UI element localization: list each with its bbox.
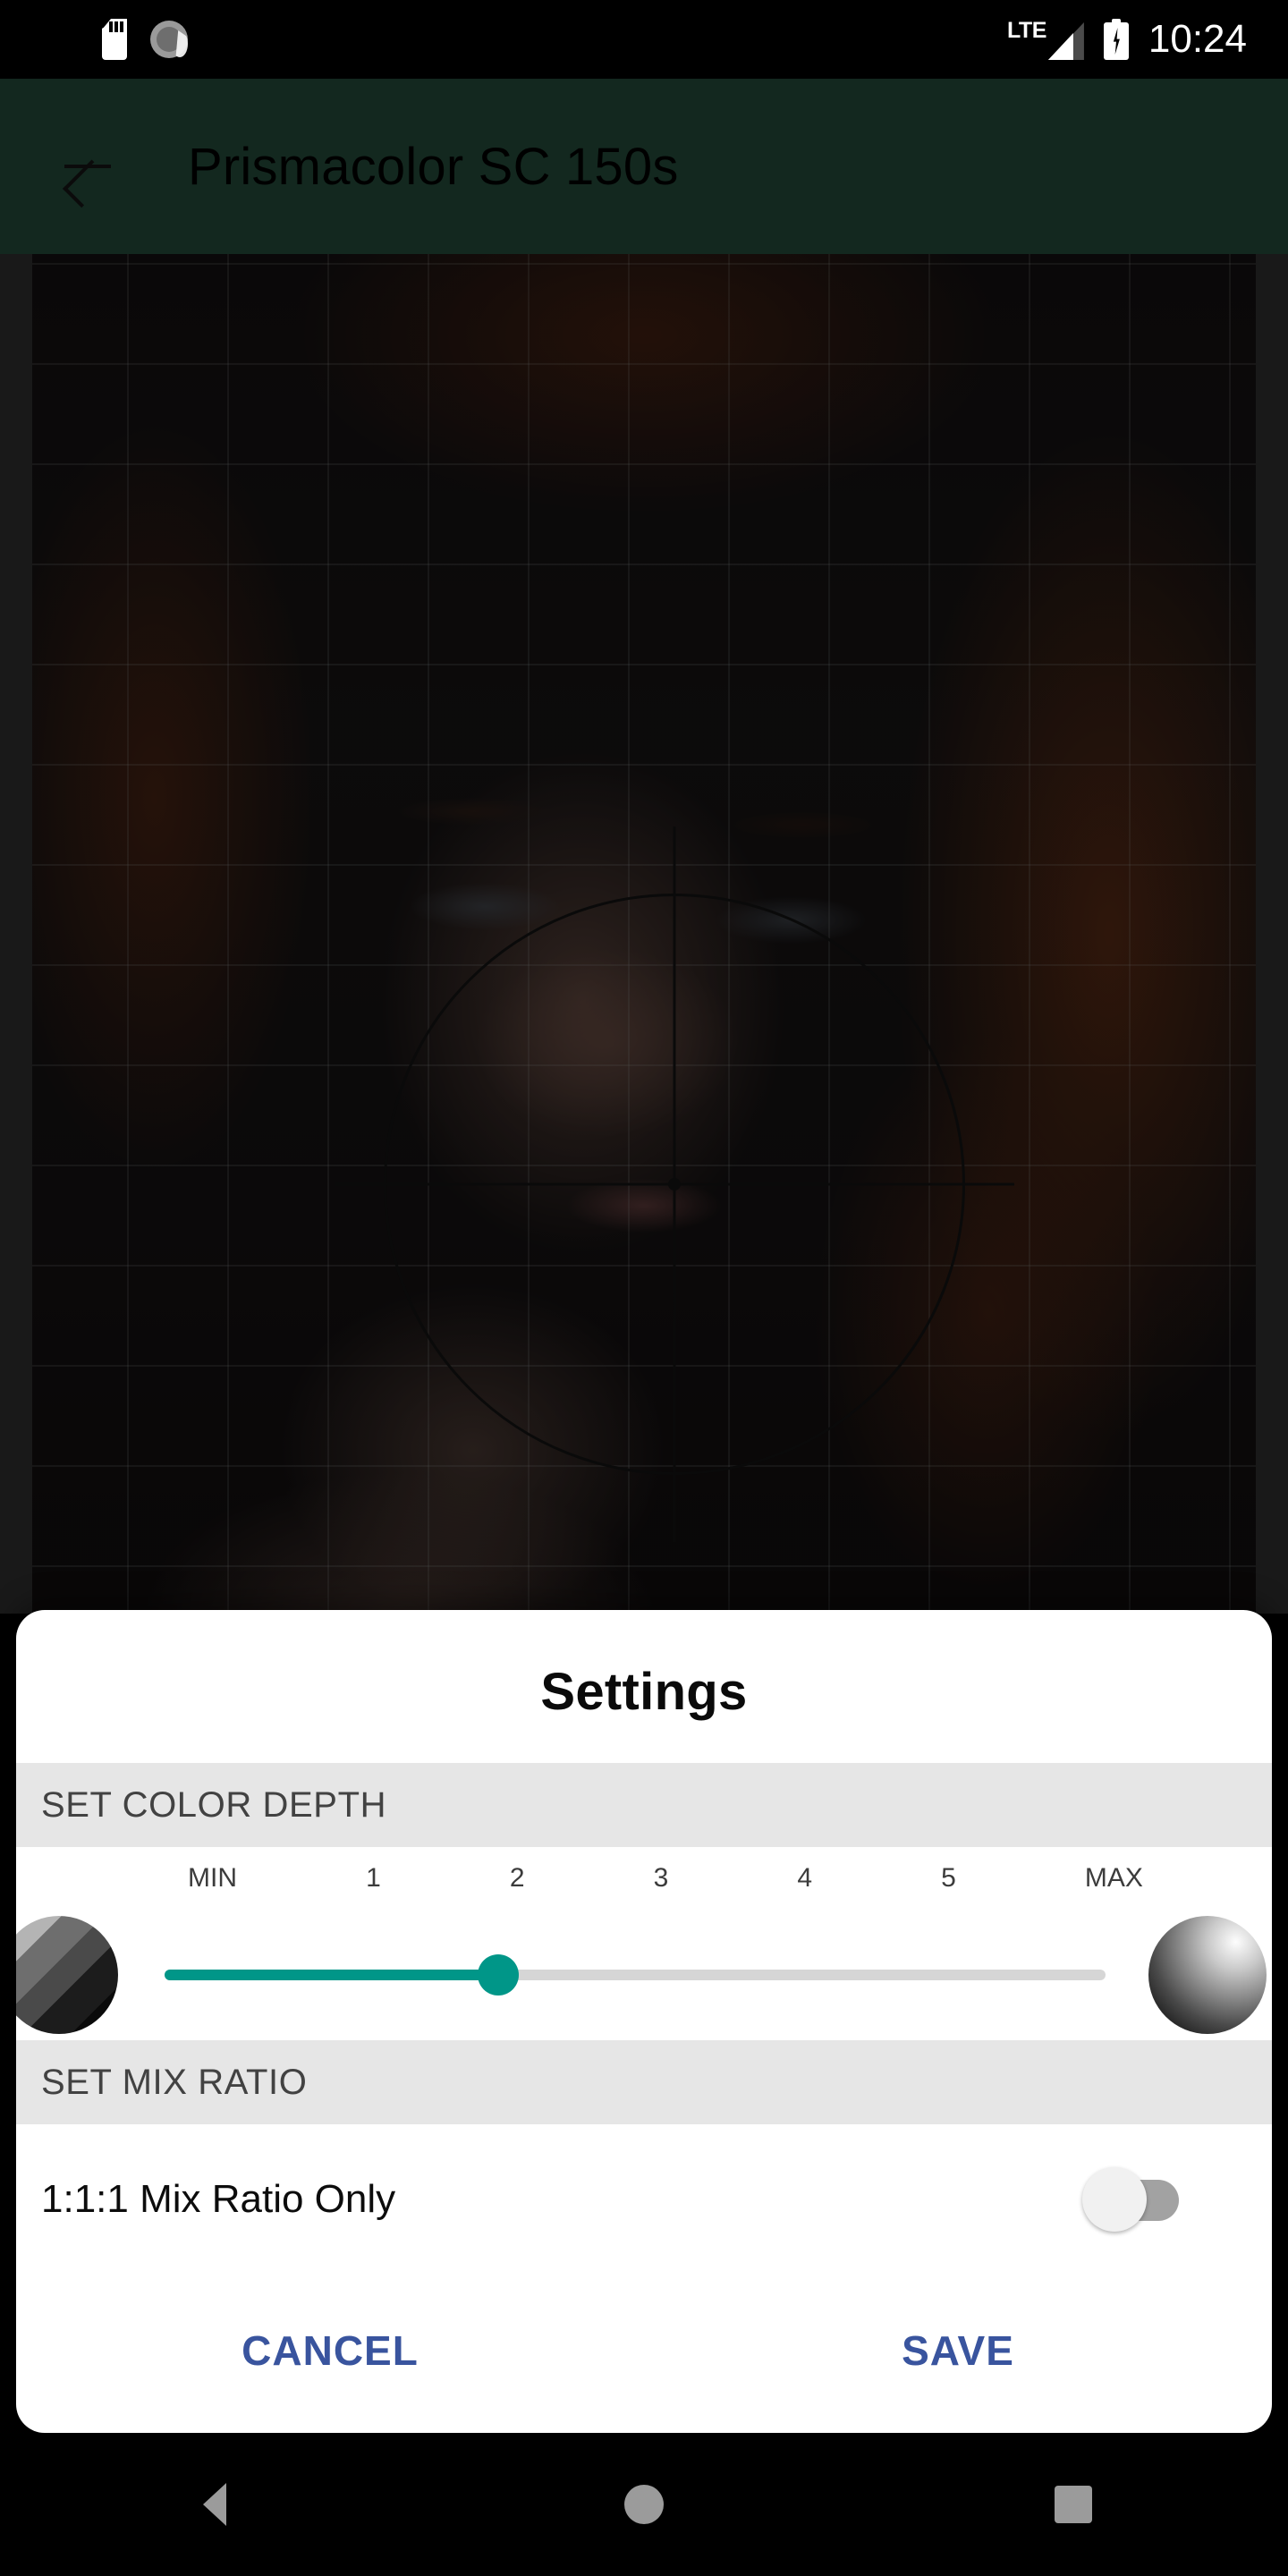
slider-fill: [165, 1970, 498, 1980]
slider-tick-min: MIN: [188, 1863, 237, 1893]
nav-recents-button[interactable]: [859, 2433, 1288, 2576]
slider-tick-5: 5: [941, 1863, 956, 1893]
slider-tick-2: 2: [509, 1863, 525, 1893]
status-bar-clock: 10:24: [1148, 17, 1247, 61]
nav-back-button[interactable]: [0, 2433, 429, 2576]
cancel-button[interactable]: CANCEL: [16, 2326, 644, 2375]
app-bar: Prismacolor SC 150s: [0, 79, 1288, 254]
save-button[interactable]: SAVE: [644, 2326, 1272, 2375]
color-depth-slider-block: MIN 1 2 3 4 5 MAX: [16, 1847, 1272, 2040]
slider-thumb[interactable]: [477, 1954, 519, 1996]
battery-charging-icon: [1103, 19, 1129, 60]
nav-recents-square-icon: [1055, 2486, 1092, 2523]
slider-tick-4: 4: [797, 1863, 813, 1893]
posterized-sphere-icon: [16, 1916, 118, 2034]
mix-ratio-toggle[interactable]: [1082, 2165, 1186, 2233]
section-header-mix-ratio: SET MIX RATIO: [16, 2040, 1272, 2124]
back-button[interactable]: [20, 99, 154, 233]
slider-tick-labels: MIN 1 2 3 4 5 MAX: [188, 1863, 1143, 1894]
mix-ratio-label: 1:1:1 Mix Ratio Only: [41, 2177, 396, 2221]
page-title: Prismacolor SC 150s: [188, 137, 679, 196]
slider-tick-max: MAX: [1084, 1863, 1143, 1893]
slider-tick-1: 1: [366, 1863, 381, 1893]
mix-ratio-row: 1:1:1 Mix Ratio Only: [16, 2124, 1272, 2275]
lte-signal-icon: LTE: [1007, 19, 1084, 60]
status-bar-left-icons: [102, 19, 188, 60]
toggle-knob: [1082, 2167, 1147, 2232]
android-nav-bar: [0, 2433, 1288, 2576]
phone-screen: LTE 10:24 Prismacolor SC 150s Settings S…: [0, 0, 1288, 2576]
nav-home-button[interactable]: [429, 2433, 859, 2576]
nav-back-triangle-icon: [203, 2483, 226, 2526]
dialog-title: Settings: [540, 1663, 748, 1721]
section-header-color-depth: SET COLOR DEPTH: [16, 1763, 1272, 1847]
gear-dial-icon: [150, 21, 188, 58]
dialog-actions: CANCEL SAVE: [16, 2275, 1272, 2427]
sdcard-icon: [102, 19, 127, 60]
modal-scrim: [32, 254, 1256, 1614]
photo-frame[interactable]: [32, 254, 1256, 1614]
status-bar: LTE 10:24: [0, 0, 1288, 79]
slider-row: [16, 1916, 1272, 2034]
lte-label: LTE: [1007, 18, 1046, 43]
gradient-sphere-icon: [1148, 1916, 1267, 2034]
image-preview-area[interactable]: [0, 254, 1288, 1614]
status-bar-right-icons: LTE 10:24: [1007, 19, 1247, 60]
arrow-back-icon: [59, 139, 114, 208]
slider-tick-3: 3: [653, 1863, 669, 1893]
nav-home-circle-icon: [624, 2485, 664, 2524]
settings-dialog: Settings SET COLOR DEPTH MIN 1 2 3 4 5 M…: [16, 1610, 1272, 2433]
color-depth-slider[interactable]: [134, 1917, 1136, 2033]
